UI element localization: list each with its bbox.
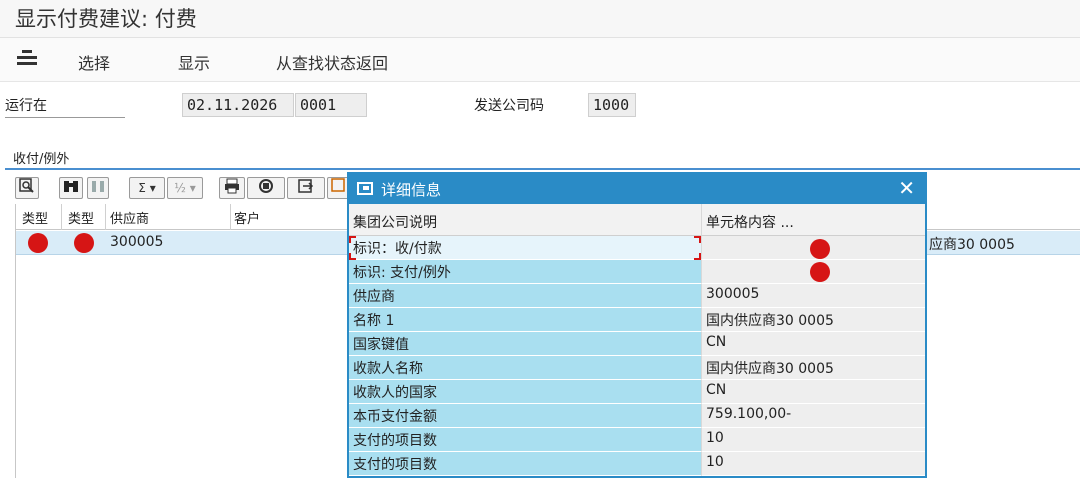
- row-value: 10: [701, 452, 925, 476]
- close-icon[interactable]: ✕: [898, 176, 915, 200]
- header-customer[interactable]: 客户: [234, 208, 260, 227]
- row-value: CN: [701, 380, 925, 404]
- row-value: 300005: [701, 284, 925, 308]
- company-code-label: 发送公司码: [474, 98, 544, 114]
- sum-label: Σ: [138, 181, 146, 195]
- export-icon[interactable]: [287, 177, 325, 199]
- list-item[interactable]: 标识: 支付/例外: [349, 260, 925, 284]
- list-item[interactable]: 国家键值 CN: [349, 332, 925, 356]
- list-item[interactable]: 支付的项目数 10: [349, 452, 925, 476]
- list-item[interactable]: 收款人的国家 CN: [349, 380, 925, 404]
- run-on-label: 运行在: [5, 98, 47, 114]
- layout-icon[interactable]: [327, 177, 349, 199]
- details-icon: [357, 182, 373, 195]
- row-value: [701, 260, 925, 284]
- title-bar: 显示付费建议: 付费: [0, 0, 1080, 38]
- group-divider: [5, 168, 1080, 170]
- page-title: 显示付费建议: 付费: [15, 7, 197, 31]
- row-label: 供应商: [349, 284, 701, 308]
- row-value: 759.100,00-: [701, 404, 925, 428]
- row-label: 国家键值: [349, 332, 701, 356]
- views-icon[interactable]: [247, 177, 285, 199]
- col-content-header[interactable]: 单元格内容 ...: [701, 204, 925, 236]
- status-red-icon: [810, 239, 830, 259]
- select-button[interactable]: 选择: [78, 50, 110, 74]
- selection-corner: [349, 253, 356, 260]
- selection-corner: [694, 236, 701, 243]
- subtotal-icon[interactable]: ½ ▾: [167, 177, 203, 199]
- row-label: 标识：收/付款: [349, 236, 701, 260]
- list-item[interactable]: 供应商 300005: [349, 284, 925, 308]
- header-vendor[interactable]: 供应商: [110, 208, 149, 227]
- row-label: 支付的项目数: [349, 452, 701, 476]
- group-label: 收付/例外: [13, 152, 70, 167]
- list-item[interactable]: 收款人名称 国内供应商30 0005: [349, 356, 925, 380]
- display-button[interactable]: 显示: [178, 50, 210, 74]
- dialog-title-bar: 详细信息 ✕: [349, 174, 925, 204]
- run-on-underline: [5, 117, 125, 118]
- find-icon[interactable]: [15, 177, 39, 199]
- row-value: [701, 236, 925, 260]
- row-label: 收款人名称: [349, 356, 701, 380]
- row-value: 国内供应商30 0005: [701, 356, 925, 380]
- binoculars-next-icon[interactable]: [87, 177, 109, 199]
- row-label: 收款人的国家: [349, 380, 701, 404]
- subtotal-label: ½: [174, 181, 186, 195]
- print-icon[interactable]: [219, 177, 245, 199]
- row-label: 支付的项目数: [349, 428, 701, 452]
- row-value: 10: [701, 428, 925, 452]
- list-item[interactable]: 支付的项目数 10: [349, 428, 925, 452]
- run-date-field[interactable]: 02.11.2026: [182, 93, 294, 117]
- status-red-icon: [74, 233, 94, 253]
- selection-corner: [349, 236, 356, 243]
- details-dialog: 详细信息 ✕ 集团公司说明 单元格内容 ... 标识：收/付款 标识: 支付/例…: [347, 172, 927, 478]
- row-value: 国内供应商30 0005: [701, 308, 925, 332]
- list-item[interactable]: 名称 1 国内供应商30 0005: [349, 308, 925, 332]
- row-label: 本币支付金额: [349, 404, 701, 428]
- application-toolbar: 选择 显示 从查找状态返回: [0, 38, 1080, 82]
- sum-icon[interactable]: Σ ▾: [129, 177, 165, 199]
- company-code-field[interactable]: 1000: [588, 93, 636, 117]
- row-value: CN: [701, 332, 925, 356]
- alv-toolbar: Σ ▾ ½ ▾: [15, 175, 355, 201]
- list-item[interactable]: 标识：收/付款: [349, 236, 925, 260]
- header-separator: [230, 204, 231, 230]
- col-description-header[interactable]: 集团公司说明: [349, 204, 701, 236]
- binoculars-icon[interactable]: [59, 177, 83, 199]
- header-type-2[interactable]: 类型: [68, 208, 94, 227]
- status-red-icon: [810, 262, 830, 282]
- selection-corner: [694, 253, 701, 260]
- list-item[interactable]: 本币支付金额 759.100,00-: [349, 404, 925, 428]
- row-vendor: 300005: [110, 234, 164, 250]
- status-red-icon: [28, 233, 48, 253]
- run-id-field[interactable]: 0001: [295, 93, 367, 117]
- row-label: 标识: 支付/例外: [349, 260, 701, 284]
- dialog-title: 详细信息: [381, 181, 442, 199]
- header-type-1[interactable]: 类型: [22, 208, 48, 227]
- header-separator: [61, 204, 62, 230]
- menu-icon[interactable]: [17, 50, 37, 66]
- header-separator: [105, 204, 106, 230]
- row-vendor-name: 应商30 0005: [929, 237, 1015, 253]
- back-from-search-button[interactable]: 从查找状态返回: [276, 50, 388, 74]
- row-label: 名称 1: [349, 308, 701, 332]
